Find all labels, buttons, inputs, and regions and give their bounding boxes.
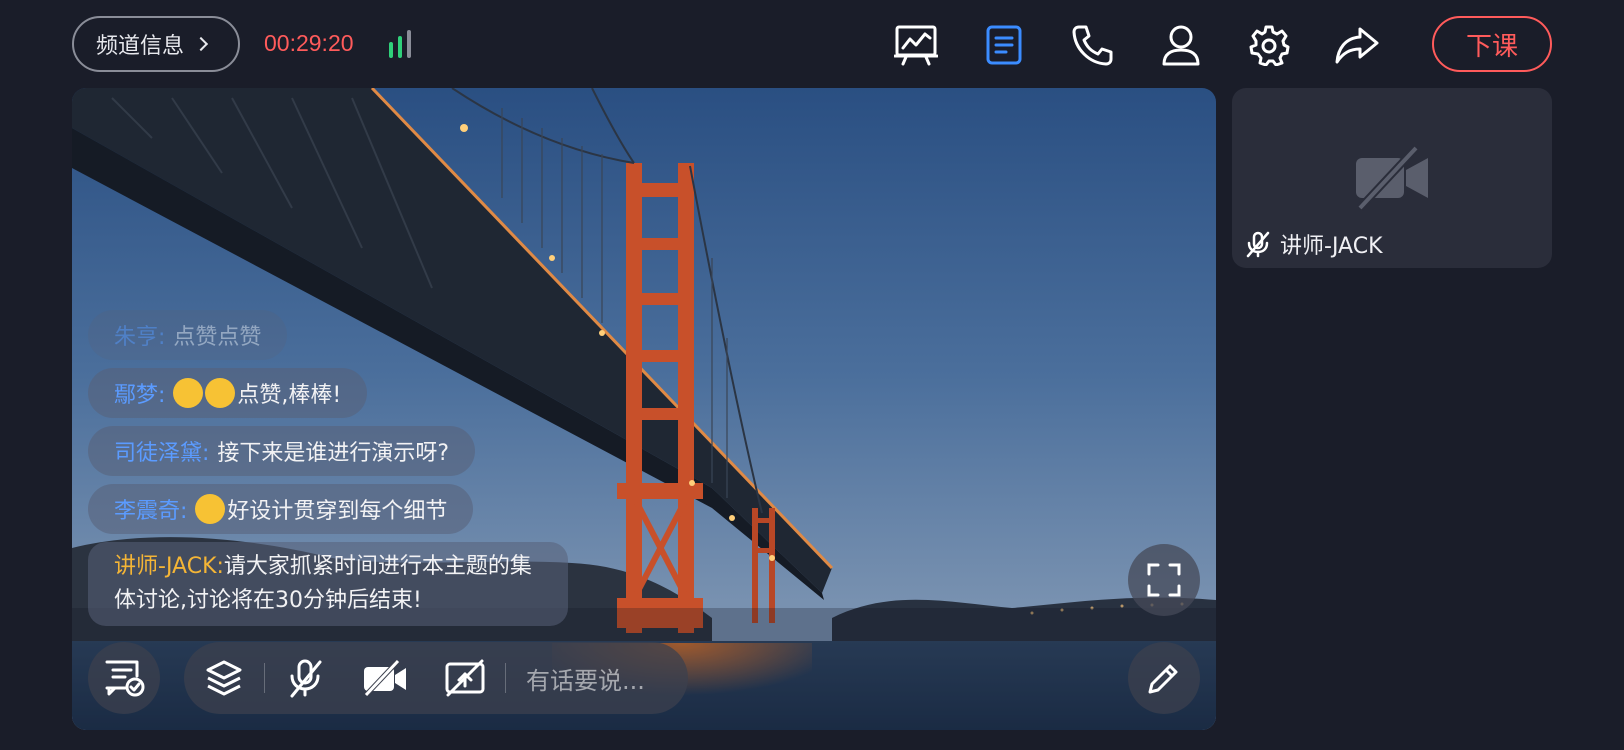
chat-message: 司徒泽黛: 接下来是谁进行演示呀? — [88, 426, 476, 476]
chat-check-icon — [105, 660, 145, 697]
mic-off-icon — [290, 659, 322, 698]
channel-info-label: 频道信息 — [96, 34, 185, 59]
media-toolbar: 有话要说... — [184, 642, 688, 714]
thumbs-up-emoji-icon — [173, 378, 204, 408]
chat-message: 朱亨: 点赞点赞 — [88, 310, 288, 360]
chat-sender: 司徒泽黛: — [114, 441, 210, 466]
settings-icon[interactable] — [1246, 22, 1292, 68]
chat-sender: 李震奇: — [114, 499, 188, 524]
participant-tile[interactable]: 讲师-JACK — [1232, 88, 1552, 268]
chat-message: 讲师-JACK:请大家抓紧时间进行本主题的集体讨论,讨论将在30分钟后结束! — [88, 542, 568, 626]
grinning-emoji-icon — [195, 494, 226, 524]
mic-off-button[interactable] — [265, 642, 345, 714]
chat-sender: 鄢梦: — [114, 383, 166, 408]
camera-off-button[interactable] — [345, 642, 425, 714]
chat-check-button[interactable] — [88, 642, 160, 714]
annotate-button[interactable] — [1128, 642, 1200, 714]
whiteboard-icon[interactable] — [893, 22, 939, 68]
end-class-button[interactable]: 下课 — [1432, 16, 1552, 72]
screen-share-off-icon — [445, 659, 485, 697]
fullscreen-button[interactable] — [1128, 544, 1200, 616]
share-icon[interactable] — [1334, 22, 1380, 68]
layers-button[interactable] — [184, 642, 264, 714]
document-icon[interactable] — [981, 22, 1027, 68]
chat-input[interactable]: 有话要说... — [506, 642, 688, 714]
screen-share-off-button[interactable] — [425, 642, 505, 714]
chat-message: 鄢梦: 点赞,棒棒! — [88, 368, 368, 418]
participant-label: 讲师-JACK — [1244, 228, 1383, 260]
camera-off-icon — [1356, 145, 1428, 211]
chat-message: 李震奇: 好设计贯穿到每个细节 — [88, 484, 474, 534]
chat-text: 接下来是谁进行演示呀? — [217, 441, 450, 466]
phone-icon[interactable] — [1069, 22, 1115, 68]
chevron-right-icon — [193, 36, 209, 52]
thumbs-up-emoji-icon — [205, 378, 236, 408]
fullscreen-icon — [1147, 563, 1181, 597]
layers-icon — [206, 660, 242, 696]
mic-off-icon — [1246, 231, 1270, 258]
pencil-icon — [1148, 664, 1178, 694]
signal-strength-icon — [389, 30, 419, 58]
main-video: 朱亨: 点赞点赞 鄢梦: 点赞,棒棒! 司徒泽黛: 接下来是谁进行演示呀? 李震… — [72, 88, 1216, 730]
channel-info-button[interactable]: 频道信息 — [72, 16, 240, 72]
user-icon[interactable] — [1158, 22, 1204, 68]
chat-text: 点赞,棒棒! — [237, 383, 342, 408]
chat-text: 好设计贯穿到每个细节 — [227, 499, 448, 524]
participant-name: 讲师-JACK — [1280, 234, 1383, 259]
class-timer: 00:29:20 — [264, 30, 354, 56]
chat-text: 点赞点赞 — [173, 325, 262, 350]
chat-sender: 朱亨: — [114, 325, 166, 350]
chat-sender: 讲师-JACK: — [114, 554, 224, 579]
camera-off-icon — [364, 659, 406, 697]
